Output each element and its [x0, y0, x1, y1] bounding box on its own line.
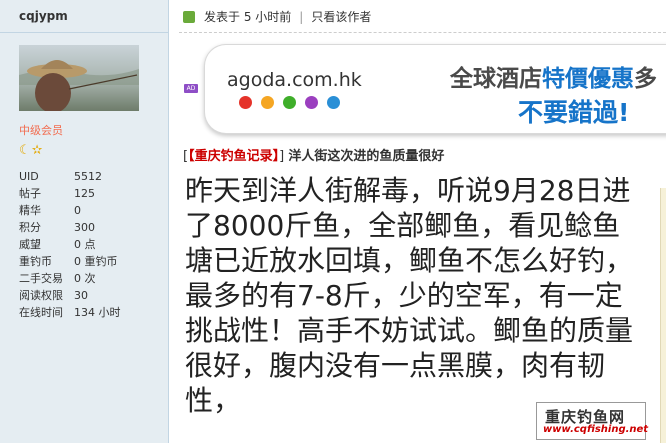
ad-subline[interactable]: 不要錯過! — [518, 93, 629, 129]
stat-label: 二手交易 — [19, 272, 63, 285]
ad-dot — [239, 96, 252, 109]
stat-label: 威望 — [19, 238, 41, 251]
category-link[interactable]: 【重庆钓鱼记录】 — [188, 149, 279, 164]
stat-label: 精华 — [19, 204, 41, 217]
post-title: [【重庆钓鱼记录】] 洋人街这次进的鱼质量很好 — [183, 145, 444, 164]
stat-uid: UID 5512 — [19, 168, 164, 185]
meta-separator: | — [299, 9, 304, 24]
stat-label: 帖子 — [19, 187, 41, 200]
ad-headline-part: 多 — [634, 66, 657, 92]
body-number: 9月28 — [493, 174, 575, 207]
ad-badge: AD — [184, 84, 198, 93]
stat-value: 30 — [74, 289, 88, 302]
stat-read-permission: 阅读权限 30 — [19, 287, 164, 304]
ad-logo-dots-icon — [239, 96, 349, 109]
stat-trades: 二手交易 0 次 — [19, 270, 164, 287]
stat-value: 0 次 — [74, 272, 96, 285]
ad-dot — [305, 96, 318, 109]
avatar[interactable] — [19, 45, 139, 111]
title-bracket-close: ] — [279, 149, 285, 164]
post-time: 发表于 5 小时前 — [204, 10, 292, 24]
online-user-icon — [183, 10, 195, 23]
author-sidebar: cqjypm 中级会员 ☾✫ UID 5512 帖子 125 精华 0 积分 300 威… — [0, 0, 169, 443]
stat-label: UID — [19, 170, 39, 183]
ad-headline[interactable]: 全球酒店特價優惠多 — [450, 59, 657, 93]
post-main: 发表于 5 小时前 | 只看该作者 AD agoda.com.hk 全球酒店特價… — [169, 0, 666, 443]
stat-online-time: 在线时间 134 小时 — [19, 304, 164, 321]
stat-label: 积分 — [19, 221, 41, 234]
post-meta: 发表于 5 小时前 | 只看该作者 — [183, 8, 371, 25]
body-text: 昨天到洋人街解毒，听说 — [185, 174, 494, 207]
body-number: 8000 — [213, 209, 285, 242]
ad-domain[interactable]: agoda.com.hk — [227, 69, 362, 91]
stat-posts: 帖子 125 — [19, 185, 164, 202]
watermark-url: www.cqfishing.net — [543, 424, 649, 435]
stat-value[interactable]: 125 — [74, 185, 164, 202]
ad-dot — [261, 96, 274, 109]
stat-value: 0 点 — [74, 238, 96, 251]
stat-value: 134 小时 — [74, 306, 121, 319]
site-watermark: 重庆钓鱼网 www.cqfishing.net — [536, 402, 649, 440]
stat-digest: 精华 0 — [19, 202, 164, 219]
ad-headline-highlight: 特價優惠 — [542, 66, 634, 92]
stat-points: 积分 300 — [19, 219, 164, 236]
thread-title: 洋人街这次进的鱼质量很好 — [288, 149, 445, 164]
stat-value[interactable]: 5512 — [74, 168, 164, 185]
stat-value: 0 重钓币 — [74, 255, 118, 268]
only-author-link[interactable]: 只看该作者 — [311, 8, 371, 25]
post-body: 昨天到洋人街解毒，听说9月28日进了8000斤鱼，全部鲫鱼，看见鲶鱼塘已近放水回… — [185, 173, 645, 418]
stat-coins: 重钓币 0 重钓币 — [19, 253, 164, 270]
side-image-edge — [660, 188, 666, 443]
stat-value[interactable]: 0 — [74, 202, 164, 219]
body-number: 7-8 — [297, 279, 343, 312]
sidebar-divider — [0, 32, 168, 33]
stat-label: 阅读权限 — [19, 289, 63, 302]
stat-value[interactable]: 300 — [74, 219, 164, 236]
author-stats: UID 5512 帖子 125 精华 0 积分 300 威望 0 点 重钓币 0 重钓币 二… — [19, 168, 164, 321]
stat-prestige: 威望 0 点 — [19, 236, 164, 253]
member-level[interactable]: 中级会员 — [19, 122, 63, 138]
meta-divider — [179, 32, 666, 33]
ad-dot — [327, 96, 340, 109]
agoda-ad-banner[interactable]: agoda.com.hk 全球酒店特價優惠多 不要錯過! — [204, 44, 666, 134]
ad-headline-part: 全球酒店 — [450, 66, 542, 92]
level-stars-icon: ☾✫ — [19, 143, 44, 158]
stat-label: 重钓币 — [19, 255, 52, 268]
ad-dot — [283, 96, 296, 109]
stat-label: 在线时间 — [19, 306, 63, 319]
author-username[interactable]: cqjypm — [19, 9, 68, 23]
